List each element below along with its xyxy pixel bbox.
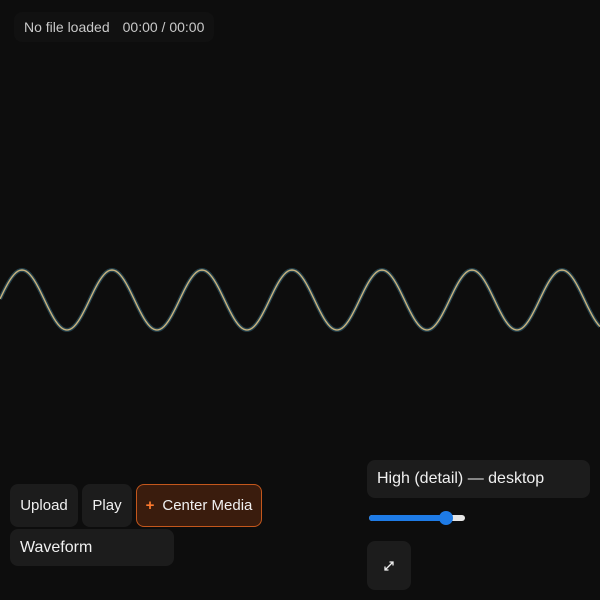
expand-icon <box>384 560 394 571</box>
quality-select-value: High (detail) — desktop <box>377 470 545 487</box>
center-media-label: Center Media <box>162 497 253 514</box>
center-media-button[interactable]: + Center Media <box>136 484 262 527</box>
plus-icon: + <box>145 497 155 514</box>
visualizer-stage: No file loaded 00:00 / 00:00 Upload Play… <box>0 0 600 600</box>
play-button[interactable]: Play <box>82 484 132 527</box>
mode-select-value: Waveform <box>20 538 93 556</box>
slider-thumb[interactable] <box>438 511 453 525</box>
time-readout: 00:00 / 00:00 <box>122 19 205 35</box>
quality-select[interactable]: High (detail) — desktop <box>367 460 590 498</box>
upload-button[interactable]: Upload <box>10 484 78 527</box>
slider-fill <box>369 515 446 521</box>
waveform-line <box>0 269 600 331</box>
file-status-text: No file loaded <box>24 19 110 35</box>
visualization-mode-select[interactable]: Waveform <box>10 529 174 566</box>
status-bar: No file loaded 00:00 / 00:00 <box>14 12 215 42</box>
detail-slider[interactable] <box>369 511 465 525</box>
waveform-display <box>0 267 600 332</box>
fullscreen-button[interactable] <box>367 541 411 590</box>
